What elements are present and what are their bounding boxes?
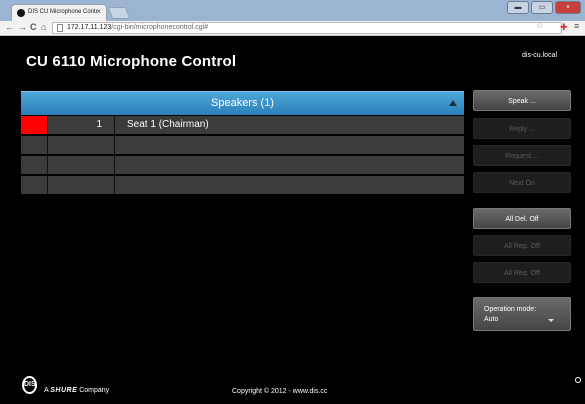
browser-tab[interactable]: DIS CU Microphone Contr × [11,4,107,21]
forward-icon[interactable]: → [18,22,27,32]
favicon-icon [17,9,25,17]
app-area: CU 6110 Microphone Control dis-cu.local … [0,37,585,404]
speaker-seat-name [116,176,464,194]
reload-icon[interactable]: C [30,22,37,32]
tab-close-icon[interactable]: × [96,7,101,16]
speaker-seat-number [49,156,115,174]
address-bar[interactable]: 172.17.11.123/cgi-bin/microphonecontrol.… [52,22,562,34]
minimize-button[interactable]: ▬ [507,1,529,14]
speaker-status-indicator [21,176,48,194]
speaker-seat-number: 1 [49,116,115,134]
copyright-text: Copyright © 2012 - www.dis.cc [232,388,328,395]
company-label: A SHURE Company [44,387,109,394]
all-req-off-button[interactable]: All Req. Off [473,262,571,283]
url-host: 172.17.11.123 [67,24,112,31]
speaker-seat-number [49,136,115,154]
all-del-off-button[interactable]: All Del. Off [473,208,571,229]
collapse-caret-icon[interactable] [449,100,457,106]
company-prefix: A [44,387,49,394]
new-tab-button[interactable] [107,7,131,19]
operation-mode-select[interactable]: Operation mode: Auto [473,297,571,331]
operation-mode-label: Operation mode: [484,306,537,313]
dis-logo: DIS [22,376,37,394]
browser-menu-icon[interactable]: ≡ [574,21,579,31]
speakers-list-header[interactable]: Speakers (1) [21,91,464,115]
browser-toolbar: ← → C ⌂ 172.17.11.123/cgi-bin/microphone… [0,21,585,36]
speaker-row[interactable] [21,136,464,155]
operation-mode-value: Auto [484,316,499,323]
close-window-button[interactable]: × [555,1,581,14]
dropdown-arrow-icon [548,319,554,322]
speaker-status-indicator [21,136,48,154]
maximize-button[interactable]: ▭ [531,1,553,14]
speaker-seat-name [116,136,464,154]
page-icon [57,24,63,32]
speaker-seat-name [116,156,464,174]
home-icon[interactable]: ⌂ [41,22,46,32]
hostname-label: dis-cu.local [522,52,558,59]
extension-icon[interactable]: ✚ [560,22,568,33]
speaker-status-indicator [21,156,48,174]
next-on-button[interactable]: Next On [473,172,571,193]
browser-titlebar: DIS CU Microphone Contr × ▬ ▭ × [0,0,585,21]
speaker-row[interactable] [21,176,464,195]
reply-button[interactable]: Reply ... [473,118,571,139]
back-icon[interactable]: ← [5,22,14,32]
speakers-header-label: Speakers (1) [211,97,274,109]
page-title: CU 6110 Microphone Control [26,53,237,70]
settings-icon[interactable] [575,377,581,383]
bookmark-star-icon[interactable]: ☆ [536,21,543,30]
speaker-status-indicator [21,116,48,134]
speaker-seat-name: Seat 1 (Chairman) [127,119,209,130]
speaker-row[interactable] [21,156,464,175]
speaker-seat-number [49,176,115,194]
company-suffix: Company [79,387,110,394]
speak-button[interactable]: Speak ... [473,90,571,111]
tab-title: DIS CU Microphone Contr [28,9,98,15]
speaker-row[interactable]: 1 Seat 1 (Chairman) [21,116,464,135]
request-button[interactable]: Request ... [473,145,571,166]
url-path: /cgi-bin/microphonecontrol.cgi# [111,24,209,31]
window-controls: ▬ ▭ × [507,1,581,14]
all-rep-off-button[interactable]: All Rep. Off [473,235,571,256]
url-text: 172.17.11.123/cgi-bin/microphonecontrol.… [67,23,208,33]
shure-brand: SHURE [50,387,78,394]
